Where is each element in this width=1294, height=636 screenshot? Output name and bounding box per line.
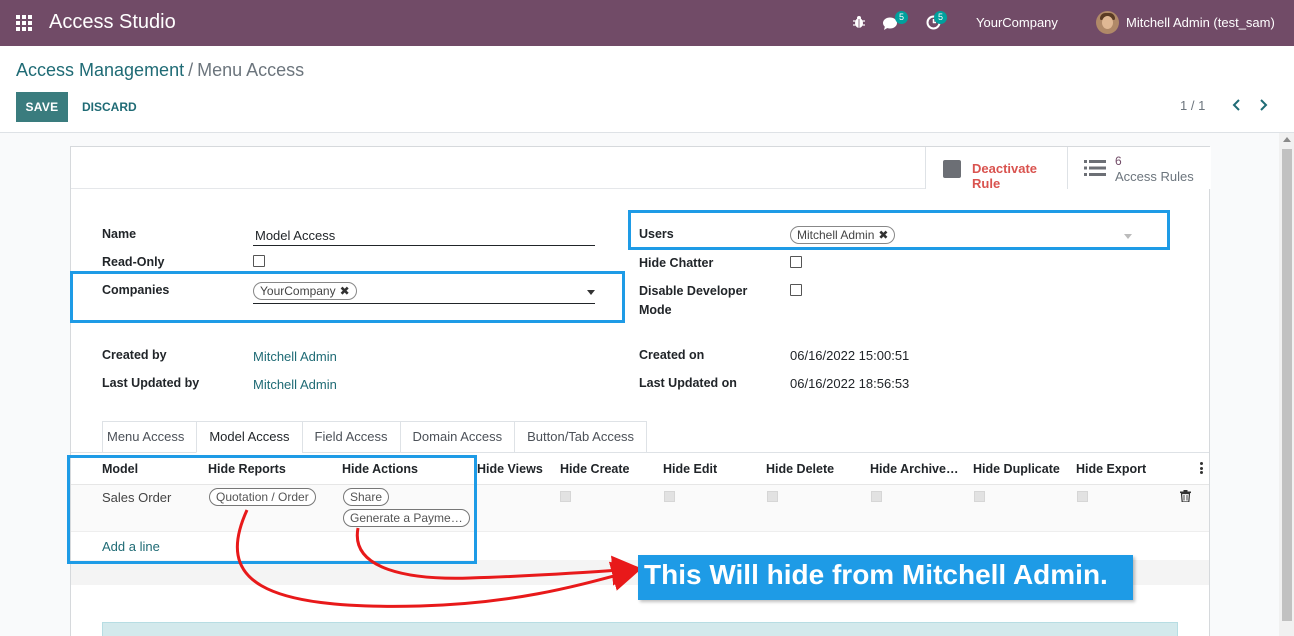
disable-developer-label-mode: Mode xyxy=(639,303,672,317)
user-avatar[interactable] xyxy=(1096,11,1119,34)
pager-value[interactable]: 1 / 1 xyxy=(1180,98,1205,113)
column-header-hide-export[interactable]: Hide Export xyxy=(1076,462,1146,476)
company-switcher[interactable]: YourCompany xyxy=(976,15,1058,30)
access-rules-label: Access Rules xyxy=(1115,169,1194,184)
pager-previous-icon[interactable] xyxy=(1229,96,1245,114)
access-rules-smart-button[interactable]: 6 Access Rules xyxy=(1067,147,1211,189)
disable-developer-checkbox[interactable] xyxy=(790,284,802,296)
name-field-underline xyxy=(253,245,595,246)
column-header-hide-duplicate[interactable]: Hide Duplicate xyxy=(973,462,1060,476)
breadcrumb: Access Management / Menu Access xyxy=(16,60,304,81)
name-field[interactable]: Model Access xyxy=(255,228,335,243)
deactivate-rule-label: Deactivate Rule xyxy=(972,161,1038,191)
debug-bug-icon[interactable] xyxy=(852,15,866,29)
last-updated-by-label: Last Updated by xyxy=(102,376,200,390)
created-by-label: Created by xyxy=(102,348,167,362)
created-by-link[interactable]: Mitchell Admin xyxy=(253,349,337,364)
annotation-callout: This Will hide from Mitchell Admin. xyxy=(638,555,1133,600)
user-menu[interactable]: Mitchell Admin (test_sam) xyxy=(1126,15,1275,30)
tab-field-access[interactable]: Field Access xyxy=(301,421,400,453)
deactivate-rule-button[interactable]: Deactivate Rule xyxy=(925,147,1067,191)
breadcrumb-parent[interactable]: Access Management xyxy=(16,60,184,80)
info-alert xyxy=(102,622,1178,636)
column-header-hide-create[interactable]: Hide Create xyxy=(560,462,629,476)
access-rules-count: 6 xyxy=(1115,154,1122,168)
scrollbar-thumb[interactable] xyxy=(1282,149,1292,621)
list-icon xyxy=(1084,160,1106,176)
control-panel: Access Management / Menu Access SAVE DISCA… xyxy=(0,46,1294,133)
app-title[interactable]: Access Studio xyxy=(49,11,176,34)
column-header-hide-archive[interactable]: Hide Archive… xyxy=(870,462,958,476)
tab-model-access[interactable]: Model Access xyxy=(196,421,302,453)
breadcrumb-separator: / xyxy=(188,60,194,80)
notebook-tabs: Menu Access Model Access Field Access Do… xyxy=(102,421,648,453)
created-on-value: 06/16/2022 15:00:51 xyxy=(790,348,910,363)
apps-menu-icon[interactable] xyxy=(16,15,32,31)
hide-delete-checkbox xyxy=(767,491,778,502)
last-updated-by-link[interactable]: Mitchell Admin xyxy=(253,377,337,392)
model-access-highlight-box xyxy=(67,455,477,564)
messages-badge: 5 xyxy=(895,11,909,24)
users-highlight-box xyxy=(628,210,1170,250)
optional-columns-kebab-icon[interactable] xyxy=(1200,462,1203,474)
tab-menu-access[interactable]: Menu Access xyxy=(102,421,197,453)
name-label: Name xyxy=(102,227,137,241)
hide-chatter-checkbox[interactable] xyxy=(790,256,802,268)
tab-domain-access[interactable]: Domain Access xyxy=(399,421,515,453)
column-header-hide-edit[interactable]: Hide Edit xyxy=(663,462,717,476)
hide-export-checkbox xyxy=(1077,491,1088,502)
discard-button[interactable]: DISCARD xyxy=(76,92,143,122)
last-updated-on-value: 06/16/2022 18:56:53 xyxy=(790,376,910,391)
hide-edit-checkbox xyxy=(664,491,675,502)
breadcrumb-current: Menu Access xyxy=(197,60,305,80)
hide-create-checkbox xyxy=(560,491,571,502)
column-header-hide-views[interactable]: Hide Views xyxy=(477,462,543,476)
tab-button-access[interactable]: Button/Tab Access xyxy=(514,421,648,453)
hide-archive-checkbox xyxy=(871,491,882,502)
last-updated-on-label: Last Updated on xyxy=(639,376,737,390)
readonly-label: Read-Only xyxy=(102,255,165,269)
readonly-checkbox[interactable] xyxy=(253,255,265,267)
column-header-hide-delete[interactable]: Hide Delete xyxy=(766,462,834,476)
stop-square-icon xyxy=(943,160,961,178)
hide-duplicate-checkbox xyxy=(974,491,985,502)
top-navbar: Access Studio 5 5 YourCompany Mitchell A… xyxy=(0,0,1294,46)
delete-row-trash-icon[interactable] xyxy=(1180,490,1191,502)
save-button[interactable]: SAVE xyxy=(16,92,68,122)
companies-highlight-box xyxy=(70,271,625,323)
pager-next-icon[interactable] xyxy=(1255,96,1271,114)
activities-badge: 5 xyxy=(934,11,948,24)
hide-chatter-label: Hide Chatter xyxy=(639,256,714,270)
scroll-up-arrow-icon[interactable] xyxy=(1283,137,1291,142)
disable-developer-label: Disable Developer xyxy=(639,284,748,298)
created-on-label: Created on xyxy=(639,348,705,362)
